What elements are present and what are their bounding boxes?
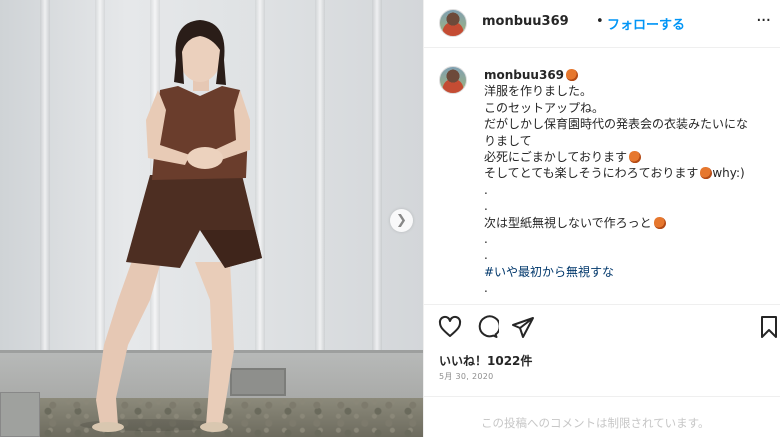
share-icon[interactable]: [511, 315, 535, 339]
follow-button[interactable]: フォローする: [607, 14, 685, 33]
chipmunk-emoji-icon: [700, 167, 713, 180]
comment-area: この投稿へのコメントは制限されています。: [424, 396, 780, 437]
more-options-icon[interactable]: ···: [756, 10, 771, 31]
chipmunk-emoji-icon: [653, 216, 666, 229]
bookmark-icon[interactable]: [757, 315, 780, 339]
caption-line: このセットアップね。: [484, 100, 605, 115]
likes-count[interactable]: いいね！1022件: [439, 352, 532, 369]
caption-line: 次は型紙無視しないで作ろっと: [484, 215, 652, 230]
caption-line: りまして: [484, 133, 532, 148]
user-avatar[interactable]: [439, 9, 467, 37]
post-header: monbuu369 • フォローする ···: [424, 0, 780, 48]
header-separator: •: [596, 14, 604, 29]
post-photo: ❯: [0, 0, 423, 437]
caption-line: だがしかし保育園時代の発表会の衣装みたいにな: [484, 117, 749, 132]
post-caption: monbuu369 洋服を作りました。 このセットアップね。 だがしかし保育園時…: [484, 67, 774, 297]
caption-line: .: [484, 232, 488, 247]
caption-why: why:): [712, 166, 745, 181]
caption-line: .: [484, 248, 488, 263]
comments-disabled-notice: この投稿へのコメントは制限されています。: [481, 416, 710, 430]
action-bar: [424, 304, 780, 346]
comment-icon[interactable]: [475, 315, 499, 339]
chevron-right-icon: ❯: [396, 213, 407, 228]
caption-avatar[interactable]: [439, 66, 467, 94]
chipmunk-emoji-icon: [566, 69, 579, 81]
chipmunk-emoji-icon: [629, 151, 642, 164]
caption-line: 洋服を作りました。: [484, 84, 593, 99]
caption-line: 必死にごまかしております: [484, 150, 628, 165]
caption-line: そしてとても楽しそうにわろております: [484, 166, 699, 181]
post-date[interactable]: 5月 30, 2020: [439, 371, 494, 382]
caption-username[interactable]: monbuu369: [484, 68, 564, 82]
caption-line: .: [484, 182, 488, 197]
caption-line: .: [484, 199, 488, 214]
header-username[interactable]: monbuu369: [482, 14, 569, 29]
caption-line: .: [484, 281, 488, 296]
heart-icon[interactable]: [438, 315, 462, 339]
post-sidebar: monbuu369 • フォローする ··· monbuu369 洋服を作りまし…: [423, 0, 780, 437]
caption-hashtag[interactable]: #いや最初から無視すな: [484, 264, 774, 280]
person-figure: [80, 20, 262, 432]
next-photo-button[interactable]: ❯: [390, 209, 413, 232]
